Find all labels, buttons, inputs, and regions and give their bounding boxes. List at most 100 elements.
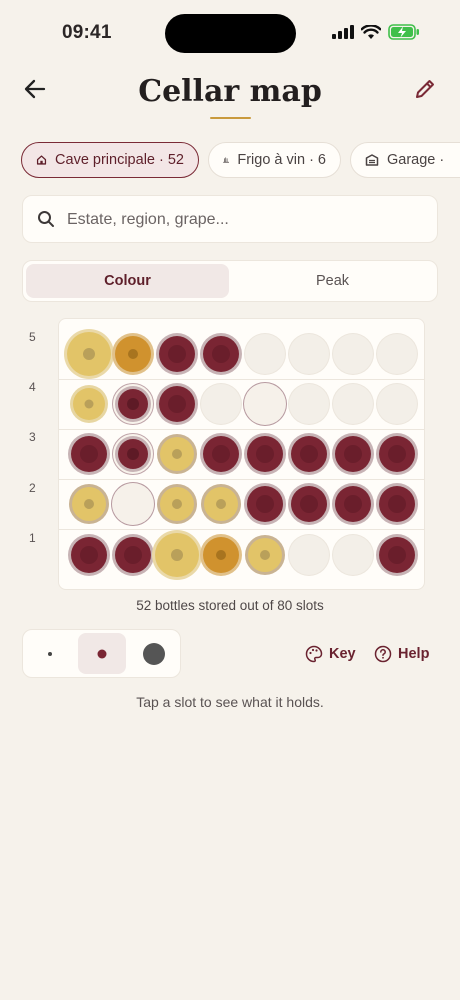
size-large-button[interactable] <box>130 633 178 674</box>
search-icon <box>38 211 54 227</box>
bottle-slot[interactable] <box>203 336 239 372</box>
garage-icon <box>365 154 379 166</box>
bottle-slot[interactable] <box>72 487 106 521</box>
bottle-slot[interactable] <box>203 537 239 573</box>
cellar-grid <box>58 318 425 590</box>
row-divider <box>59 529 424 530</box>
location-chip-garage[interactable]: Garage · <box>350 142 460 178</box>
bottle-slot[interactable] <box>333 535 373 575</box>
slot-center-dot <box>212 345 230 363</box>
bottle-slot[interactable] <box>289 535 329 575</box>
bottle-slot[interactable] <box>67 332 111 376</box>
battery-charging-icon <box>388 24 419 40</box>
row-label: 5 <box>29 330 36 344</box>
help-label: Help <box>398 646 430 662</box>
bottle-slot[interactable] <box>73 388 105 420</box>
bottle-slot[interactable] <box>159 386 195 422</box>
bottle-slot[interactable] <box>244 383 286 425</box>
wifi-icon <box>361 24 381 39</box>
bottle-slot[interactable] <box>245 334 285 374</box>
view-mode-toggle: Colour Peak <box>22 260 438 302</box>
bottle-slot[interactable] <box>203 436 239 472</box>
row-label: 4 <box>29 380 36 394</box>
slot-center-dot <box>80 445 98 463</box>
slot-center-dot <box>171 549 183 561</box>
size-small-button[interactable] <box>26 633 74 674</box>
bottle-slot[interactable] <box>201 384 241 424</box>
bottle-slot[interactable] <box>333 334 373 374</box>
bottle-slot[interactable] <box>335 486 371 522</box>
bottle-slot[interactable] <box>71 537 107 573</box>
wine-rack-icon <box>223 157 230 163</box>
size-medium-button[interactable] <box>78 633 126 674</box>
slot-center-dot <box>83 348 95 360</box>
bottle-slot[interactable] <box>115 336 151 372</box>
bottle-slot[interactable] <box>155 533 199 577</box>
title-underline <box>210 117 251 119</box>
palette-icon <box>305 645 323 663</box>
slot-center-dot <box>388 445 406 463</box>
help-button[interactable]: Help <box>374 645 429 663</box>
key-label: Key <box>329 646 356 662</box>
slot-size-picker <box>22 629 181 678</box>
medium-dot-icon <box>97 649 107 658</box>
location-chip-frigo[interactable]: Frigo à vin · 6 <box>208 142 341 178</box>
slot-center-dot <box>216 550 226 560</box>
search-input[interactable] <box>65 196 429 244</box>
bottle-slot[interactable] <box>247 486 283 522</box>
status-icons <box>332 24 420 40</box>
slot-center-dot <box>300 495 318 513</box>
bottle-slot[interactable] <box>159 336 195 372</box>
bottle-slot[interactable] <box>379 537 415 573</box>
bottle-slot[interactable] <box>160 487 194 521</box>
bottle-slot[interactable] <box>289 334 329 374</box>
location-chip-label: Cave principale · 52 <box>55 152 184 168</box>
status-time: 09:41 <box>62 22 112 43</box>
bottle-slot[interactable] <box>333 384 373 424</box>
edit-button[interactable] <box>412 76 438 102</box>
page-title: Cellar map <box>138 74 322 109</box>
bottle-slot[interactable] <box>291 436 327 472</box>
bottle-slot[interactable] <box>160 437 194 471</box>
dynamic-island <box>165 14 296 53</box>
view-mode-peak[interactable]: Peak <box>231 264 434 298</box>
slot-center-dot <box>127 448 139 460</box>
bottle-slot[interactable] <box>115 537 151 573</box>
slot-center-dot <box>172 499 182 509</box>
slot-center-dot <box>84 399 94 409</box>
slot-center-dot <box>127 398 139 410</box>
bottle-slot[interactable] <box>247 436 283 472</box>
slot-center-dot <box>168 345 186 363</box>
key-button[interactable]: Key <box>305 645 356 663</box>
house-icon <box>36 155 47 165</box>
hint-text: Tap a slot to see what it holds. <box>136 694 324 710</box>
slot-center-dot <box>344 445 362 463</box>
location-chip-cave-principale[interactable]: Cave principale · 52 <box>21 142 199 178</box>
bottle-slot[interactable] <box>118 389 148 419</box>
bottle-slot[interactable] <box>335 436 371 472</box>
bottle-slot[interactable] <box>204 487 238 521</box>
view-mode-colour[interactable]: Colour <box>26 264 229 298</box>
slot-center-dot <box>212 445 230 463</box>
capacity-summary: 52 bottles stored out of 80 slots <box>136 598 324 613</box>
bottle-slot[interactable] <box>118 439 148 469</box>
bottle-slot[interactable] <box>377 384 417 424</box>
slot-center-dot <box>128 349 138 359</box>
bottle-slot[interactable] <box>289 384 329 424</box>
row-label: 1 <box>29 531 36 545</box>
large-dot-icon <box>143 642 165 665</box>
location-chips: Cave principale · 52 Frigo à vin · 6 Gar… <box>21 142 460 180</box>
slot-center-dot <box>388 495 406 513</box>
signal-icon <box>332 25 354 39</box>
bottle-slot[interactable] <box>379 486 415 522</box>
bottle-slot[interactable] <box>379 436 415 472</box>
bottle-slot[interactable] <box>291 486 327 522</box>
slot-center-dot <box>256 495 274 513</box>
small-dot-icon <box>48 651 52 656</box>
bottle-slot[interactable] <box>377 334 417 374</box>
row-divider <box>59 429 424 430</box>
bottle-slot[interactable] <box>71 436 107 472</box>
bottle-slot[interactable] <box>248 538 282 572</box>
row-label: 3 <box>29 430 36 444</box>
bottle-slot[interactable] <box>112 483 154 525</box>
